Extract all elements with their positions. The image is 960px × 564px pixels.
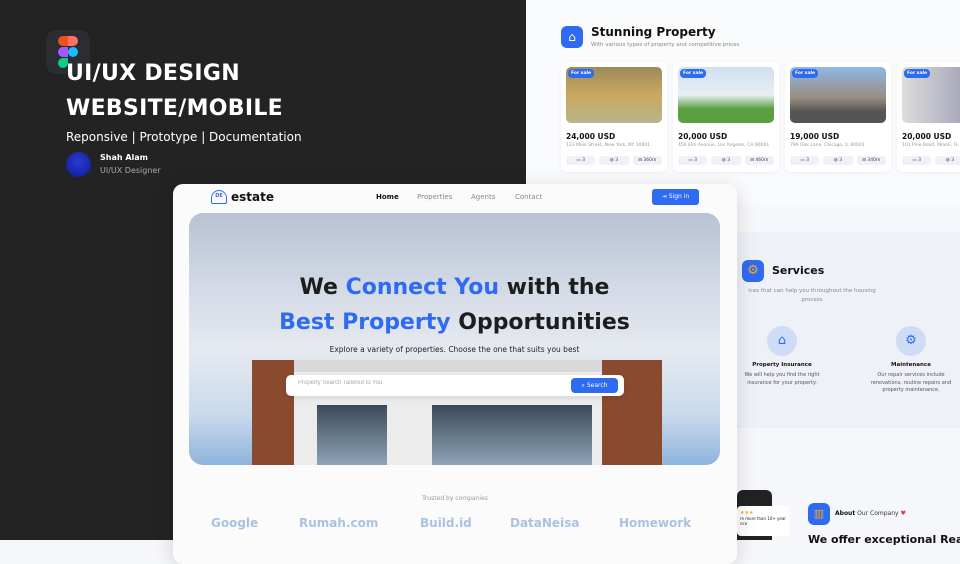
nav-properties[interactable]: Properties (417, 193, 452, 201)
showcase-subtitle: Reponsive | Prototype | Documentation (66, 130, 302, 144)
shield-house-icon: ⌂ (767, 326, 797, 356)
review-text: re more than 10+ year nce (740, 516, 786, 526)
service-desc: We will help you find the right insuranc… (744, 372, 820, 386)
service-item: ⚙ Maintenance Our repair services include … (866, 326, 956, 395)
company-logo: Homework (619, 516, 692, 530)
property-price: 19,000 USD (790, 132, 840, 141)
logo[interactable]: DE estate (211, 190, 274, 204)
hero-lead: Explore a variety of properties. Choose … (329, 345, 580, 354)
service-item: ⌂ Property Insurance We will help you find… (737, 326, 827, 387)
property-price: 24,000 USD (566, 132, 616, 141)
company-logo: DataNeisa (510, 516, 580, 530)
property-address: 789 Oak Lane, Chicago, IL 60601 (790, 143, 865, 148)
about-bold: About (835, 510, 856, 517)
beds-feature: ▭ 3 (902, 156, 932, 165)
title-line: UI/UX DESIGN (66, 61, 240, 86)
property-address: 101 Pine Road, Miami, FL (902, 143, 959, 148)
beds-feature: ▭ 3 (678, 156, 708, 165)
review-badge: ★★★ re more than 10+ year nce (737, 506, 789, 536)
hero-title: We Connect You with the Best Property Op… (279, 275, 630, 335)
login-icon: ⇥ (661, 193, 669, 200)
for-sale-badge: For sale (568, 69, 595, 78)
property-photo: For sale (902, 67, 960, 123)
company-logo: Rumah.com (299, 516, 379, 530)
property-address: 456 Elm Avenue, Los Angeles, CA 90001 (678, 143, 770, 148)
section-title: Services (772, 264, 825, 277)
showcase-title: UI/UX DESIGN WEBSITE/MOBILE (66, 56, 283, 126)
property-photo: For sale (566, 67, 662, 123)
nav-contact[interactable]: Contact (515, 193, 542, 201)
logo-text: estate (231, 190, 274, 204)
section-title: Stunning Property (591, 25, 716, 39)
area-feature: ⊟ 460m (744, 156, 774, 165)
property-price: 20,000 USD (678, 132, 728, 141)
baths-feature: ◍ 3 (935, 156, 960, 165)
service-title: Property Insurance (752, 362, 812, 368)
company-logo: Build.id (420, 516, 472, 530)
gears-icon: ⚙ (742, 260, 764, 282)
avatar (66, 152, 91, 177)
baths-feature: ◍ 3 (711, 156, 741, 165)
search-label: Search (586, 382, 608, 389)
property-photo: For sale (790, 67, 886, 123)
property-card[interactable]: For sale 20,000 USD 101 Pine Road, Miami… (897, 62, 960, 172)
nav-home[interactable]: Home (376, 193, 399, 201)
search-bar: ⌕ Search (286, 375, 624, 396)
property-card[interactable]: For sale 20,000 USD 456 Elm Avenue, Los … (673, 62, 779, 172)
about-label: About Our Company ♥ (835, 510, 906, 517)
for-sale-badge: For sale (904, 69, 931, 78)
nav-agents[interactable]: Agents (471, 193, 495, 201)
property-card[interactable]: For sale 24,000 USD 123 Main Street, New… (561, 62, 667, 172)
for-sale-badge: For sale (680, 69, 707, 78)
building-icon: ▥ (808, 503, 830, 525)
area-feature: ⊟ 340m (856, 156, 886, 165)
baths-feature: ◍ 3 (823, 156, 853, 165)
property-price: 20,000 USD (902, 132, 952, 141)
section-subtitle: With various types of property and compe… (591, 42, 740, 48)
property-card[interactable]: For sale 19,000 USD 789 Oak Lane, Chicag… (785, 62, 891, 172)
beds-feature: ▭ 3 (566, 156, 596, 165)
about-rest: Our Company (855, 510, 899, 517)
sign-in-button[interactable]: ⇥ Sign in (652, 189, 699, 205)
author-name: Shah Alam (100, 153, 149, 162)
baths-feature: ◍ 3 (599, 156, 629, 165)
area-feature: ⊟ 360m (632, 156, 662, 165)
company-logo: Google (211, 516, 259, 530)
gear-icon: ⚙ (896, 326, 926, 356)
title-line: WEBSITE/MOBILE (66, 96, 283, 121)
search-button[interactable]: ⌕ Search (571, 378, 618, 393)
beds-feature: ▭ 3 (790, 156, 820, 165)
heart-icon: ♥ (900, 510, 906, 517)
house-icon: ⌂ (561, 26, 583, 48)
property-photo: For sale (678, 67, 774, 123)
author-role: UI/UX Designer (100, 166, 161, 175)
logo-mark: DE (211, 190, 227, 204)
section-subtitle: ices that can help you throughout the ho… (748, 288, 876, 303)
search-input[interactable] (298, 380, 548, 386)
service-title: Maintenance (891, 362, 931, 368)
sign-in-label: Sign in (668, 193, 690, 200)
service-desc: Our repair services include renovations,… (870, 372, 952, 393)
trusted-label: Trusted by companies (422, 495, 488, 502)
property-address: 123 Main Street, New York, NY 10001 (566, 143, 651, 148)
for-sale-badge: For sale (792, 69, 819, 78)
